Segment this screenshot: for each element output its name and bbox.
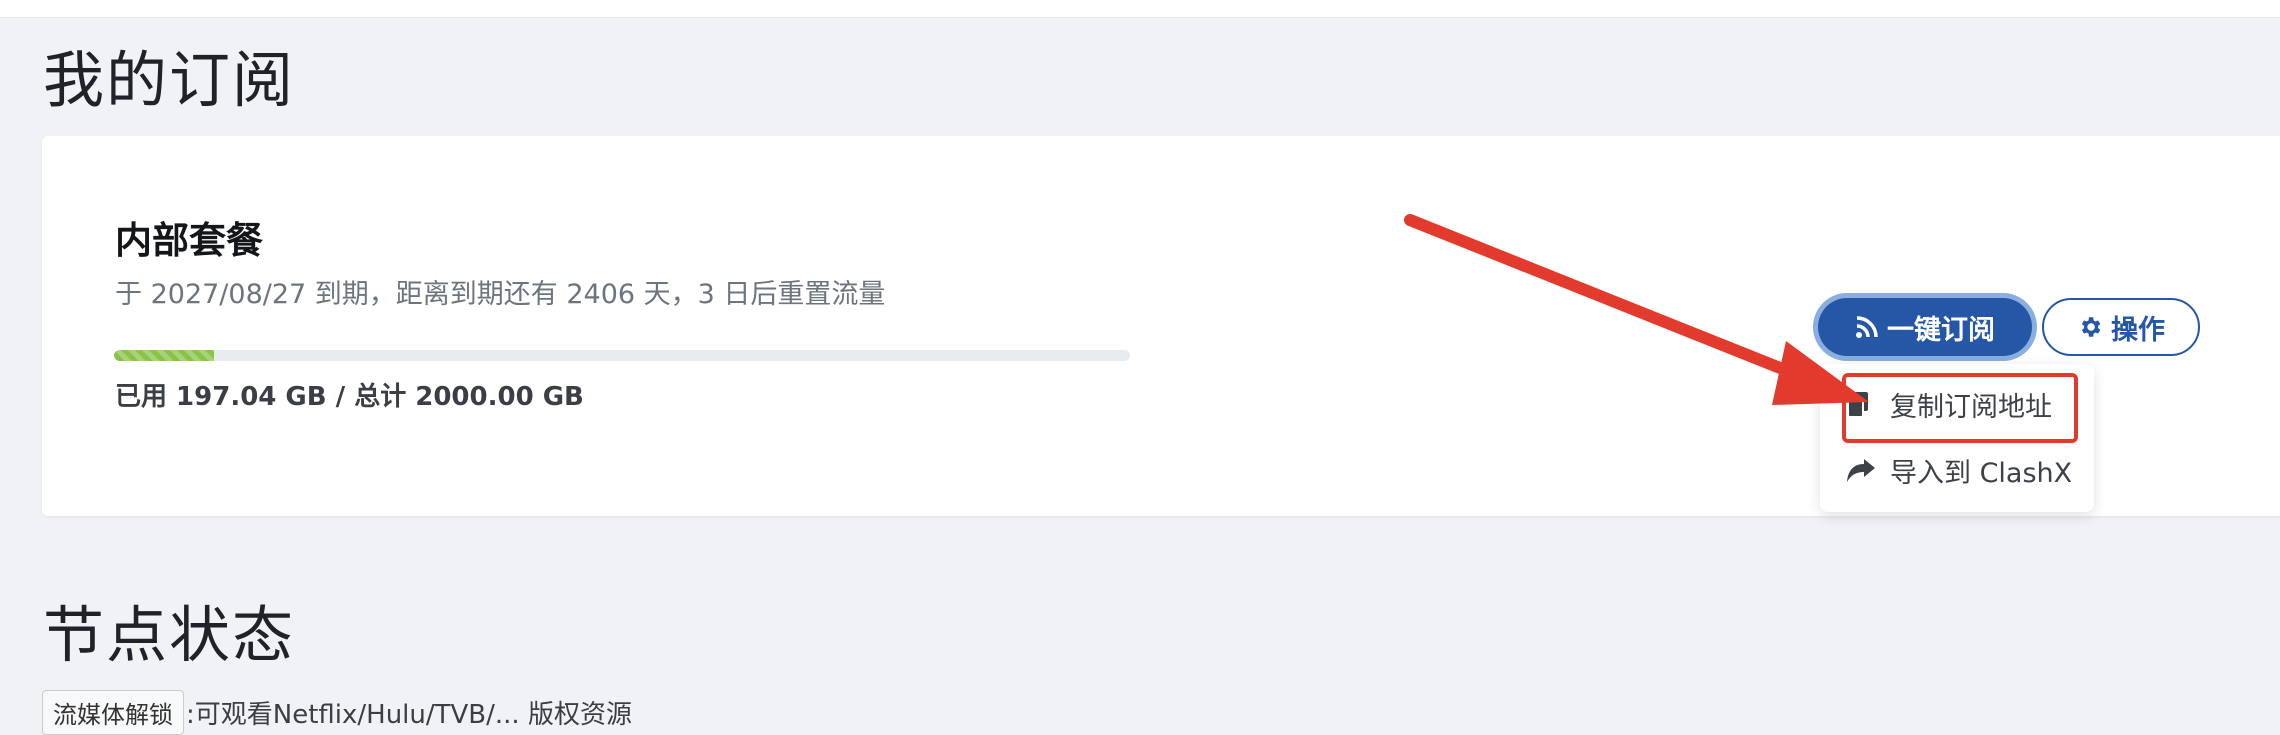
plan-name: 内部套餐	[115, 219, 263, 262]
plan-expiry-text: 于 2027/08/27 到期，距离到期还有 2406 天，3 日后重置流量	[115, 279, 886, 310]
usage-progress-bar	[114, 350, 1130, 361]
operations-button[interactable]: 操作	[2042, 298, 2200, 356]
copy-icon	[1846, 391, 1876, 419]
subscribe-label: 一键订阅	[1887, 314, 1995, 346]
operations-label: 操作	[2111, 314, 2165, 346]
node-status-heading: 节点状态	[43, 600, 296, 671]
import-to-clashx-item[interactable]: 导入到 ClashX	[1846, 451, 2072, 490]
streaming-unlock-row: 流媒体解锁 :可观看Netflix/Hulu/TVB/... 版权资源	[42, 689, 632, 735]
streaming-unlock-badge: 流媒体解锁	[42, 689, 184, 735]
copy-subscription-url-label: 复制订阅地址	[1890, 392, 2052, 423]
streaming-unlock-description: :可观看Netflix/Hulu/TVB/... 版权资源	[186, 699, 632, 730]
rss-icon	[1855, 315, 1879, 339]
copy-subscription-url-item[interactable]: 复制订阅地址	[1846, 385, 2052, 424]
usage-progress-fill	[114, 350, 215, 361]
share-arrow-icon	[1846, 458, 1876, 484]
top-bar	[0, 0, 2280, 18]
import-to-clashx-label: 导入到 ClashX	[1890, 458, 2073, 489]
gear-icon	[2077, 314, 2103, 340]
usage-text: 已用 197.04 GB / 总计 2000.00 GB	[115, 382, 584, 412]
my-subscriptions-heading: 我的订阅	[43, 45, 296, 116]
one-click-subscribe-button[interactable]: 一键订阅	[1818, 298, 2032, 356]
